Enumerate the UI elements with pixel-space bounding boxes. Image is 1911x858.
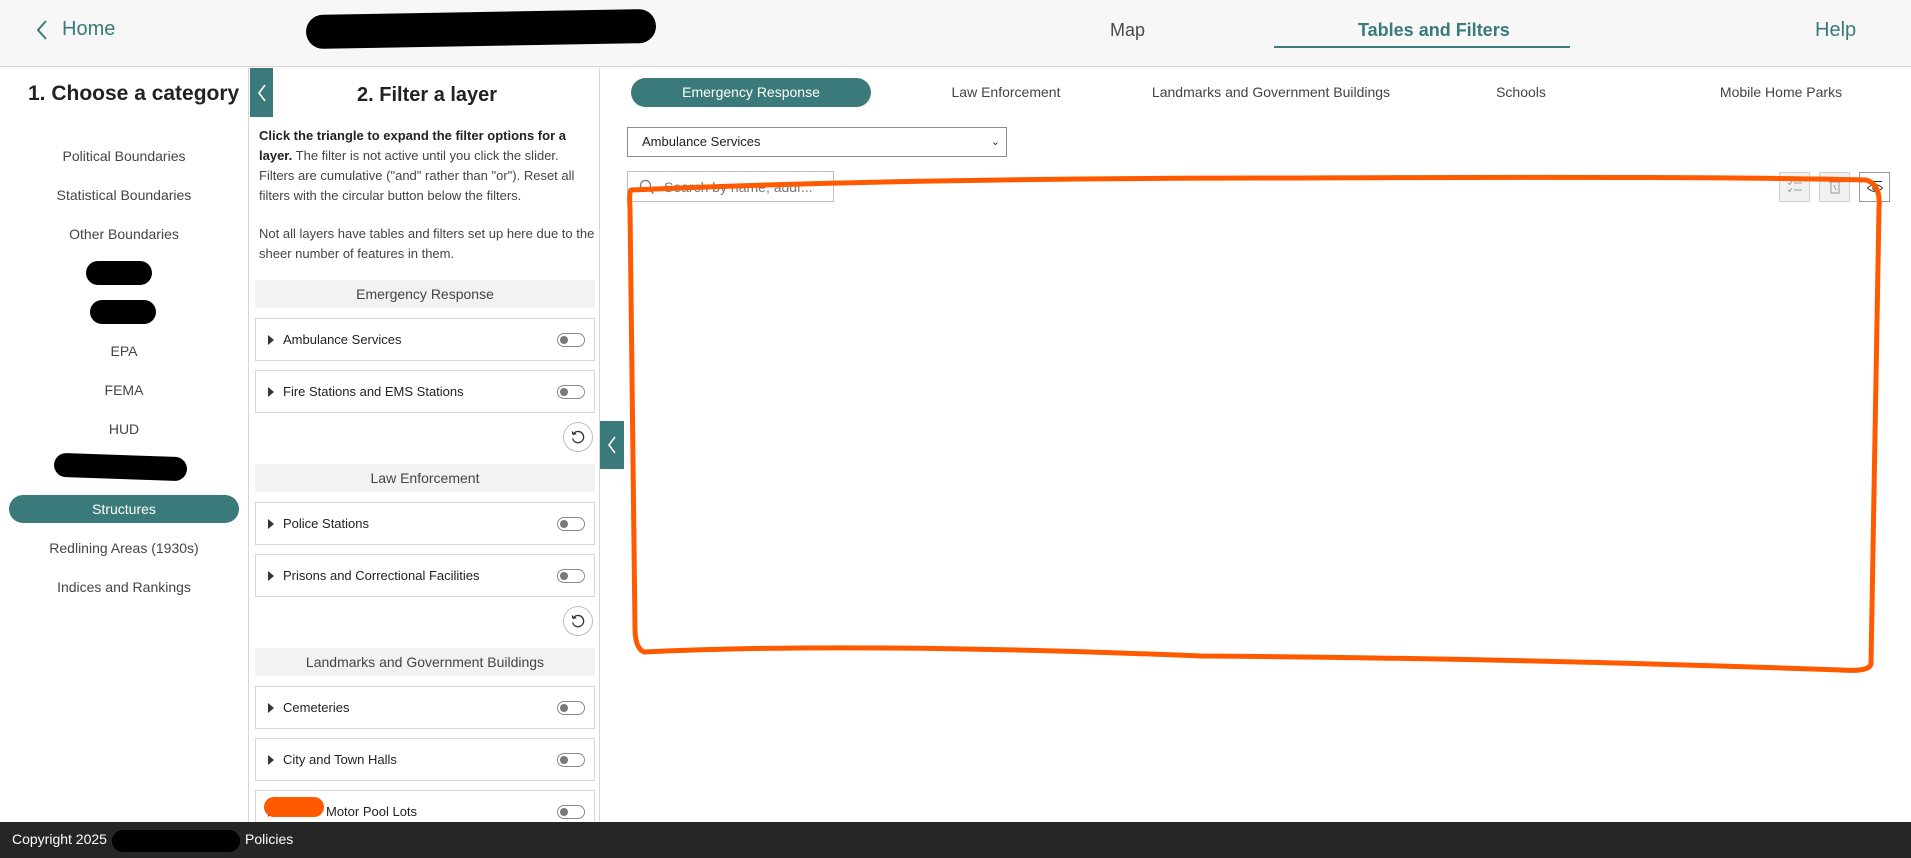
- home-label: Home: [62, 18, 116, 40]
- layer-filter-toggle[interactable]: [557, 568, 585, 583]
- filter-instructions-text: The filter is not active until you click…: [259, 148, 575, 203]
- triangle-right-icon[interactable]: [268, 386, 274, 397]
- layer-filter-toggle[interactable]: [557, 332, 585, 347]
- triangle-right-icon[interactable]: [268, 754, 274, 765]
- triangle-right-icon[interactable]: [268, 570, 274, 581]
- reset-filters-button[interactable]: [563, 606, 593, 636]
- filter-panel-title: 2. Filter a layer: [357, 84, 498, 106]
- category-fema[interactable]: FEMA: [9, 376, 239, 404]
- layer-label: City and Town Halls: [283, 752, 397, 767]
- trash-icon: [1828, 179, 1841, 194]
- tab-law-enforcement[interactable]: Law Enforcement: [921, 78, 1091, 107]
- category-political-boundaries[interactable]: Political Boundaries: [9, 142, 239, 170]
- category-epa[interactable]: EPA: [9, 337, 239, 365]
- redacted-category[interactable]: [86, 261, 152, 285]
- filter-instructions: Click the triangle to expand the filter …: [259, 126, 595, 206]
- select-all-button[interactable]: [1779, 172, 1810, 202]
- show-selection-button[interactable]: [1859, 172, 1890, 202]
- search-icon: [639, 179, 654, 194]
- layer-filter-toggle[interactable]: [557, 804, 585, 819]
- layer-select-value: Ambulance Services: [642, 134, 761, 149]
- triangle-right-icon[interactable]: [268, 702, 274, 713]
- app-header: Home Map Tables and Filters Help: [0, 0, 1911, 67]
- layer-label: Fire Stations and EMS Stations: [283, 384, 464, 399]
- layer-row-police-stations[interactable]: Police Stations: [255, 502, 595, 545]
- table-panel: Emergency Response Law Enforcement Landm…: [601, 68, 1911, 822]
- layer-row-fire-stations[interactable]: Fire Stations and EMS Stations: [255, 370, 595, 413]
- active-nav-underline: [1274, 46, 1570, 48]
- home-link[interactable]: Home: [36, 18, 115, 41]
- redacted-category[interactable]: [53, 452, 188, 482]
- tab-emergency-response[interactable]: Emergency Response: [631, 78, 871, 107]
- filter-panel: 2. Filter a layer Click the triangle to …: [250, 68, 600, 822]
- reset-filters-button[interactable]: [563, 422, 593, 452]
- category-redlining-areas[interactable]: Redlining Areas (1930s): [9, 534, 239, 562]
- triangle-right-icon[interactable]: [268, 518, 274, 529]
- select-all-icon: [1787, 181, 1802, 193]
- chevron-down-icon: ⌄: [990, 136, 1000, 148]
- reset-icon: [571, 430, 585, 444]
- tab-mobile-home-parks[interactable]: Mobile Home Parks: [1691, 78, 1871, 107]
- category-indices-and-rankings[interactable]: Indices and Rankings: [9, 573, 239, 601]
- layer-row-prisons[interactable]: Prisons and Correctional Facilities: [255, 554, 595, 597]
- layer-label: Ambulance Services: [283, 332, 402, 347]
- clear-selection-button[interactable]: [1819, 172, 1850, 202]
- reset-icon: [571, 614, 585, 628]
- redacted-category[interactable]: [90, 300, 156, 324]
- nav-map[interactable]: Map: [1110, 20, 1145, 41]
- chevron-left-icon: [257, 84, 266, 101]
- collapse-category-panel-button[interactable]: [250, 68, 273, 117]
- layer-row-city-town-halls[interactable]: City and Town Halls: [255, 738, 595, 781]
- redacted-footer-text: [112, 830, 240, 852]
- chevron-left-icon: [36, 19, 47, 40]
- layer-filter-toggle[interactable]: [557, 752, 585, 767]
- group-header-law-enforcement: Law Enforcement: [255, 464, 595, 492]
- nav-tables-and-filters[interactable]: Tables and Filters: [1358, 20, 1510, 41]
- annotation-outline-path: [627, 174, 1882, 673]
- layer-label: Prisons and Correctional Facilities: [283, 568, 480, 583]
- triangle-right-icon[interactable]: [268, 334, 274, 345]
- redacted-title: [305, 8, 657, 50]
- tab-landmarks-government-buildings[interactable]: Landmarks and Government Buildings: [1121, 78, 1421, 107]
- search-input[interactable]: [664, 178, 824, 195]
- nav-help[interactable]: Help: [1815, 19, 1856, 42]
- policies-link[interactable]: Policies: [245, 831, 293, 847]
- eye-icon: [1866, 181, 1883, 192]
- layer-select[interactable]: Ambulance Services ⌄: [627, 127, 1007, 157]
- category-panel-title: 1. Choose a category: [28, 82, 240, 105]
- annotation-smudge: [264, 797, 324, 817]
- layer-row-ambulance-services[interactable]: Ambulance Services: [255, 318, 595, 361]
- layer-filter-toggle[interactable]: [557, 700, 585, 715]
- layer-label: Cemeteries: [283, 700, 350, 715]
- layer-row-cemeteries[interactable]: Cemeteries: [255, 686, 595, 729]
- tab-schools[interactable]: Schools: [1461, 78, 1581, 107]
- search-field[interactable]: [627, 171, 834, 202]
- group-header-landmarks: Landmarks and Government Buildings: [255, 648, 595, 676]
- layer-filter-toggle[interactable]: [557, 516, 585, 531]
- layer-label: Police Stations: [283, 516, 369, 531]
- copyright-text: Copyright 2025: [12, 831, 107, 847]
- category-structures[interactable]: Structures: [9, 495, 239, 523]
- category-panel: 1. Choose a category Political Boundarie…: [0, 68, 249, 822]
- filter-note: Not all layers have tables and filters s…: [259, 226, 595, 261]
- category-hud[interactable]: HUD: [9, 415, 239, 443]
- group-header-emergency-response: Emergency Response: [255, 280, 595, 308]
- category-statistical-boundaries[interactable]: Statistical Boundaries: [9, 181, 239, 209]
- footer: Copyright 2025 Policies: [0, 822, 1911, 858]
- category-other-boundaries[interactable]: Other Boundaries: [9, 220, 239, 248]
- layer-filter-toggle[interactable]: [557, 384, 585, 399]
- layer-label: Motor Pool Lots: [326, 804, 418, 819]
